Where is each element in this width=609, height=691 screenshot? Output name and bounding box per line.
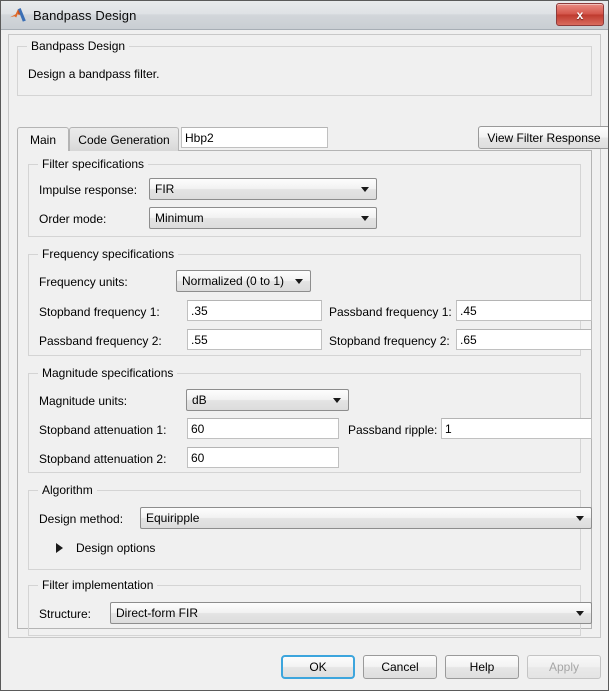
passband-frequency-2-input[interactable] xyxy=(187,329,322,350)
apply-button-label: Apply xyxy=(549,660,579,674)
stopband-attenuation-2-input[interactable] xyxy=(187,447,339,468)
help-button-label: Help xyxy=(470,660,495,674)
stopband-attenuation-1-input[interactable] xyxy=(187,418,339,439)
passband-ripple-input[interactable] xyxy=(441,418,592,439)
title-bar: Bandpass Design x xyxy=(1,1,608,30)
order-mode-label: Order mode: xyxy=(39,212,106,226)
close-icon: x xyxy=(577,8,584,22)
cancel-button[interactable]: Cancel xyxy=(363,655,437,679)
stopband-frequency-1-input[interactable] xyxy=(187,300,322,321)
design-method-select[interactable]: Equiripple xyxy=(140,507,592,529)
frequency-units-label: Frequency units: xyxy=(39,275,128,289)
main-panel: Bandpass Design Design a bandpass filter… xyxy=(8,34,601,638)
passband-frequency-1-label: Passband frequency 1: xyxy=(329,305,452,319)
stopband-frequency-2-label: Stopband frequency 2: xyxy=(329,334,450,348)
matlab-logo-icon xyxy=(9,7,27,23)
passband-frequency-1-input[interactable] xyxy=(456,300,592,321)
apply-button: Apply xyxy=(527,655,601,679)
design-options-label[interactable]: Design options xyxy=(76,541,155,555)
impulse-response-select[interactable]: FIR xyxy=(149,178,377,200)
help-button[interactable]: Help xyxy=(445,655,519,679)
chevron-down-icon xyxy=(576,611,584,616)
frequency-units-select[interactable]: Normalized (0 to 1) xyxy=(176,270,311,292)
magnitude-units-label: Magnitude units: xyxy=(39,394,127,408)
design-method-value: Equiripple xyxy=(146,511,199,525)
tab-strip: Main Code Generation xyxy=(17,127,592,151)
tab-main[interactable]: Main xyxy=(17,127,69,151)
chevron-down-icon xyxy=(576,516,584,521)
filter-specifications-title: Filter specifications xyxy=(38,157,148,171)
impulse-response-label: Impulse response: xyxy=(39,183,137,197)
frequency-specifications-title: Frequency specifications xyxy=(38,247,178,261)
cancel-button-label: Cancel xyxy=(381,660,418,674)
intro-group: Bandpass Design Design a bandpass filter… xyxy=(17,46,592,96)
filter-implementation-group: Filter implementation Structure: Direct-… xyxy=(28,585,581,636)
passband-ripple-label: Passband ripple: xyxy=(348,423,437,437)
tab-code-generation-label: Code Generation xyxy=(78,133,169,147)
filter-specifications-group: Filter specifications Impulse response: … xyxy=(28,164,581,237)
frequency-units-value: Normalized (0 to 1) xyxy=(182,274,284,288)
filter-implementation-title: Filter implementation xyxy=(38,578,157,592)
order-mode-value: Minimum xyxy=(155,211,204,225)
structure-value: Direct-form FIR xyxy=(116,606,198,620)
design-options-expand-icon[interactable] xyxy=(56,543,63,553)
dialog-content: Bandpass Design Design a bandpass filter… xyxy=(1,30,608,690)
chevron-down-icon xyxy=(361,187,369,192)
structure-select[interactable]: Direct-form FIR xyxy=(110,602,592,624)
intro-description: Design a bandpass filter. xyxy=(28,67,159,81)
chevron-down-icon xyxy=(333,398,341,403)
close-button[interactable]: x xyxy=(556,3,604,26)
stopband-attenuation-2-label: Stopband attenuation 2: xyxy=(39,452,166,466)
ok-button-label: OK xyxy=(309,660,326,674)
stopband-frequency-2-input[interactable] xyxy=(456,329,592,350)
bandpass-design-dialog: Bandpass Design x Bandpass Design Design… xyxy=(0,0,609,691)
frequency-specifications-group: Frequency specifications Frequency units… xyxy=(28,254,581,356)
stopband-frequency-1-label: Stopband frequency 1: xyxy=(39,305,160,319)
intro-group-title: Bandpass Design xyxy=(27,39,129,53)
magnitude-specifications-title: Magnitude specifications xyxy=(38,366,177,380)
tab-code-generation[interactable]: Code Generation xyxy=(69,127,179,151)
design-method-label: Design method: xyxy=(39,512,123,526)
order-mode-select[interactable]: Minimum xyxy=(149,207,377,229)
stopband-attenuation-1-label: Stopband attenuation 1: xyxy=(39,423,166,437)
chevron-down-icon xyxy=(295,279,303,284)
impulse-response-value: FIR xyxy=(155,182,174,196)
magnitude-units-select[interactable]: dB xyxy=(186,389,349,411)
ok-button[interactable]: OK xyxy=(281,655,355,679)
algorithm-group: Algorithm Design method: Equiripple Desi… xyxy=(28,490,581,570)
main-tab-panel: Filter specifications Impulse response: … xyxy=(17,150,592,629)
tab-main-label: Main xyxy=(30,133,56,147)
magnitude-units-value: dB xyxy=(192,393,207,407)
magnitude-specifications-group: Magnitude specifications Magnitude units… xyxy=(28,373,581,473)
algorithm-title: Algorithm xyxy=(38,483,97,497)
passband-frequency-2-label: Passband frequency 2: xyxy=(39,334,162,348)
window-title: Bandpass Design xyxy=(33,8,136,23)
chevron-down-icon xyxy=(361,216,369,221)
structure-label: Structure: xyxy=(39,607,91,621)
